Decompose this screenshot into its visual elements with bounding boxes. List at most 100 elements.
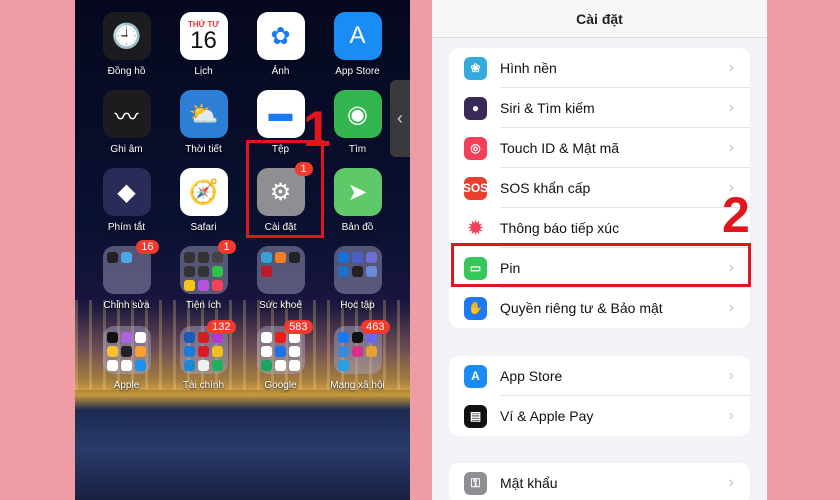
chevron-right-icon: › bbox=[728, 474, 734, 491]
mini-app-icon bbox=[275, 252, 286, 263]
app-label: Ảnh bbox=[271, 66, 290, 77]
folder-icon: 16 bbox=[102, 240, 159, 294]
step-number-2: 2 bbox=[722, 187, 750, 243]
shortcuts-icon: ◆ bbox=[102, 168, 151, 216]
mini-app-icon bbox=[275, 360, 286, 371]
mini-app-icon bbox=[352, 332, 363, 343]
mini-app-icon bbox=[275, 332, 286, 343]
app-clock[interactable]: 🕘 Đồng hồ bbox=[88, 12, 165, 77]
mini-app-icon bbox=[135, 346, 146, 357]
settings-row-wallpaper[interactable]: ❀ Hình nền › bbox=[449, 48, 750, 88]
safari-icon: 🧭 bbox=[179, 168, 228, 216]
app-safari[interactable]: 🧭 Safari bbox=[165, 168, 242, 233]
app-store-icon: A bbox=[464, 364, 487, 388]
folder-icon: 1 bbox=[179, 240, 236, 294]
folder[interactable]: Apple bbox=[88, 326, 165, 391]
folder-icon: 463 bbox=[333, 320, 390, 374]
chevron-right-icon: › bbox=[728, 59, 734, 76]
settings-row-app-store[interactable]: A App Store › bbox=[449, 356, 750, 396]
mini-app-icon bbox=[366, 346, 377, 357]
mini-app-icon bbox=[198, 346, 209, 357]
notification-badge: 583 bbox=[284, 320, 313, 334]
app-label: Bản đồ bbox=[341, 222, 374, 233]
maps-icon: ➤ bbox=[333, 168, 382, 216]
mini-app-icon bbox=[352, 266, 363, 277]
mini-app-icon bbox=[121, 346, 132, 357]
mini-app-icon bbox=[198, 252, 209, 263]
sos-icon: SOS bbox=[463, 176, 488, 200]
row-label: Ví & Apple Pay bbox=[500, 408, 594, 424]
folder[interactable]: 1 Tiện ích bbox=[165, 240, 242, 311]
folder[interactable]: Sức khoẻ bbox=[242, 246, 319, 311]
mini-app-icon bbox=[121, 332, 132, 343]
mini-app-icon bbox=[289, 360, 300, 371]
folder-icon bbox=[102, 326, 151, 374]
mini-app-icon bbox=[212, 280, 223, 291]
folder[interactable]: Học tập bbox=[319, 246, 396, 311]
battery-row-highlight bbox=[451, 243, 751, 287]
app-label: Thời tiết bbox=[185, 144, 222, 155]
folder-icon: 132 bbox=[179, 320, 236, 374]
settings-row-siri[interactable]: ● Siri & Tìm kiếm › bbox=[449, 88, 750, 128]
privacy-hand-icon: ✋ bbox=[464, 296, 487, 320]
mini-app-icon bbox=[107, 252, 118, 263]
app-label: Đồng hồ bbox=[107, 66, 146, 77]
side-handle[interactable]: ‹ bbox=[390, 80, 410, 157]
mini-app-icon bbox=[107, 332, 118, 343]
mini-app-icon bbox=[107, 360, 118, 371]
siri-icon: ● bbox=[464, 96, 487, 120]
folder-label: Chỉnh sửa bbox=[103, 300, 150, 311]
folder-label: Tài chính bbox=[182, 380, 225, 391]
mini-app-icon bbox=[184, 266, 195, 277]
app-photos[interactable]: ✿ Ảnh bbox=[242, 12, 319, 77]
calendar-date: 16 bbox=[190, 26, 217, 54]
folder[interactable]: 132 Tài chính bbox=[165, 320, 242, 391]
row-label: App Store bbox=[500, 356, 750, 396]
settings-row-exposure-notification[interactable]: ✹ Thông báo tiếp xúc › bbox=[449, 208, 750, 248]
mini-app-icon bbox=[261, 332, 272, 343]
chevron-right-icon: › bbox=[728, 299, 734, 316]
folder[interactable]: 16 Chỉnh sửa bbox=[88, 240, 165, 311]
settings-row-sos[interactable]: SOS SOS khẩn cấp › bbox=[449, 168, 750, 208]
chevron-right-icon: › bbox=[728, 407, 734, 424]
calendar-icon: THỨ TƯ 16 bbox=[179, 12, 228, 60]
files-icon: ▬ bbox=[256, 90, 305, 138]
app-app-store[interactable]: A App Store bbox=[319, 12, 396, 77]
settings-row-fingerprint[interactable]: ◎ Touch ID & Mật mã › bbox=[449, 128, 750, 168]
app-weather[interactable]: ⛅ Thời tiết bbox=[165, 90, 242, 155]
settings-row-wallet[interactable]: ▤ Ví & Apple Pay › bbox=[449, 396, 750, 436]
folder[interactable]: 463 Mạng xã hội bbox=[319, 320, 396, 391]
settings-row-key[interactable]: ⚿ Mật khẩu › bbox=[449, 463, 750, 500]
app-maps[interactable]: ➤ Bản đồ bbox=[319, 168, 396, 233]
app-shortcuts[interactable]: ◆ Phím tắt bbox=[88, 168, 165, 233]
notification-badge: 132 bbox=[207, 320, 236, 334]
mini-app-icon bbox=[184, 332, 195, 343]
row-label: SOS khẩn cấp bbox=[500, 168, 750, 208]
app-label: Safari bbox=[190, 222, 217, 233]
settings-screen: Cài đặt ❀ Hình nền › ● Siri & Tìm kiếm › ◎ Touc… bbox=[432, 0, 767, 500]
mini-app-icon bbox=[135, 332, 146, 343]
mini-app-icon bbox=[366, 252, 377, 263]
mini-app-icon bbox=[338, 266, 349, 277]
mini-app-icon bbox=[338, 360, 349, 371]
app-voice-memos[interactable]: 〰 Ghi âm bbox=[88, 90, 165, 155]
settings-row-privacy-hand[interactable]: ✋ Quyền riêng tư & Bảo mật › bbox=[449, 288, 750, 328]
mini-app-icon bbox=[352, 252, 363, 263]
wallet-icon: ▤ bbox=[464, 404, 487, 428]
mini-app-icon bbox=[212, 252, 223, 263]
row-label: Siri & Tìm kiếm bbox=[500, 88, 750, 128]
weather-icon: ⛅ bbox=[179, 90, 228, 138]
step-number-1: 1 bbox=[303, 101, 331, 157]
photos-icon: ✿ bbox=[256, 12, 305, 60]
app-calendar[interactable]: THỨ TƯ 16 Lịch bbox=[165, 12, 242, 77]
mini-app-icon bbox=[184, 280, 195, 291]
notification-badge: 1 bbox=[217, 240, 236, 254]
mini-app-icon bbox=[198, 332, 209, 343]
voice-memos-icon: 〰 bbox=[102, 90, 151, 138]
notification-badge: 16 bbox=[136, 240, 159, 254]
mini-app-icon bbox=[184, 360, 195, 371]
row-label: Thông báo tiếp xúc bbox=[500, 208, 750, 248]
home-screen: 🕘 Đồng hồ THỨ TƯ 16 Lịch ✿ Ảnh A App Store 〰 Ghi â… bbox=[75, 0, 410, 500]
folder[interactable]: 583 Google bbox=[242, 320, 319, 391]
mini-app-icon bbox=[289, 346, 300, 357]
